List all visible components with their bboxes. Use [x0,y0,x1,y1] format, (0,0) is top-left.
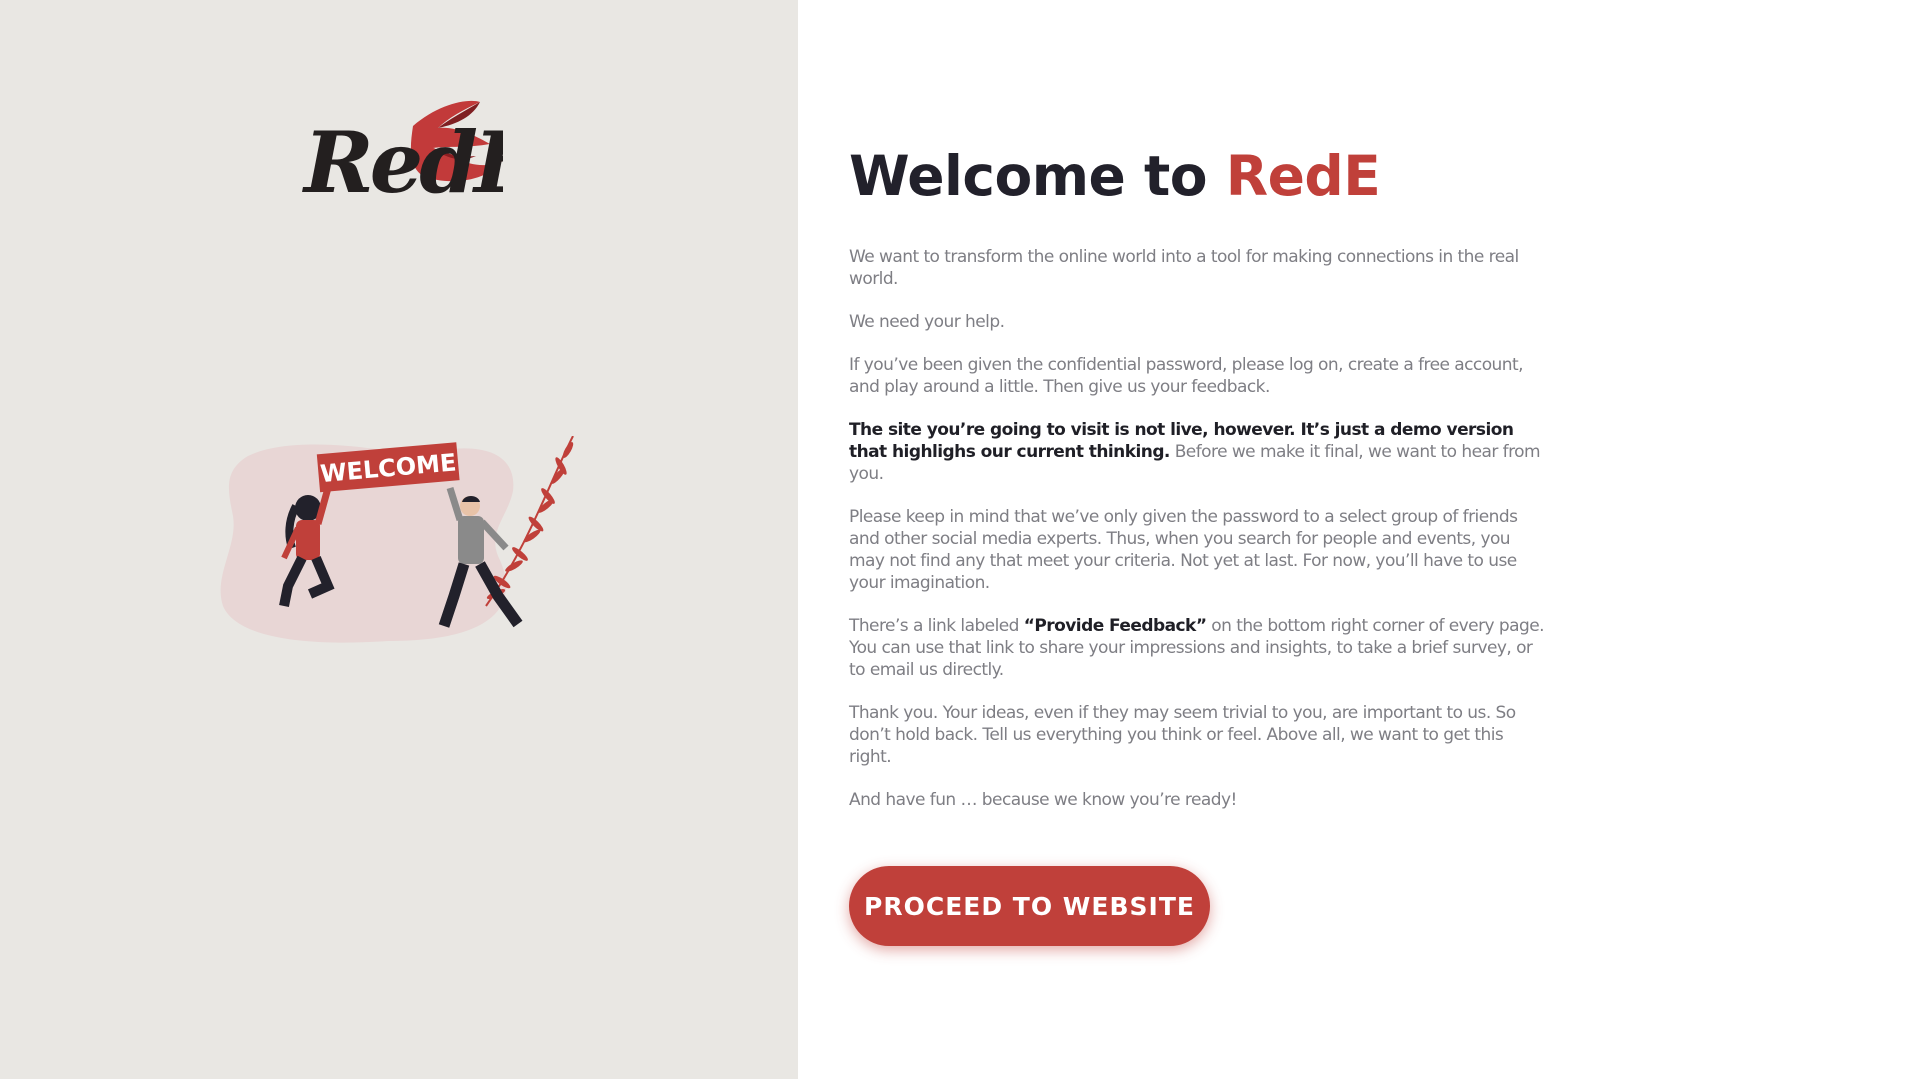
rede-logo: RedE [302,100,503,201]
paragraph-feedback-pre: There’s a link labeled [849,616,1024,636]
title-prefix: Welcome to [849,144,1208,208]
paragraph-intro: We want to transform the online world in… [849,247,1519,289]
logo-text: RedE [302,113,503,201]
paragraph-select-group: Please keep in mind that we’ve only give… [849,507,1518,593]
paragraph-feedback: There’s a link labeled “Provide Feedback… [849,615,1549,681]
welcome-illustration: WELCOME [220,436,574,643]
paragraph-help: We need your help. [849,312,1005,332]
welcome-page: RedE WELCOME [0,0,1920,1079]
page-title: Welcome to RedE [849,140,1549,212]
proceed-to-website-button[interactable]: PROCEED TO WEBSITE [849,866,1210,946]
paragraph-demo: The site you’re going to visit is not li… [849,419,1549,485]
paragraph-have-fun: And have fun … because we know you’re re… [849,790,1237,810]
title-brand: RedE [1225,144,1381,208]
welcome-body: We want to transform the online world in… [849,246,1549,811]
paragraph-password: If you’ve been given the confidential pa… [849,355,1524,397]
provide-feedback-label: “Provide Feedback” [1023,616,1207,636]
left-panel: RedE WELCOME [0,0,798,1079]
welcome-content: Welcome to RedE We want to transform the… [849,140,1549,832]
paragraph-thanks: Thank you. Your ideas, even if they may … [849,703,1516,767]
